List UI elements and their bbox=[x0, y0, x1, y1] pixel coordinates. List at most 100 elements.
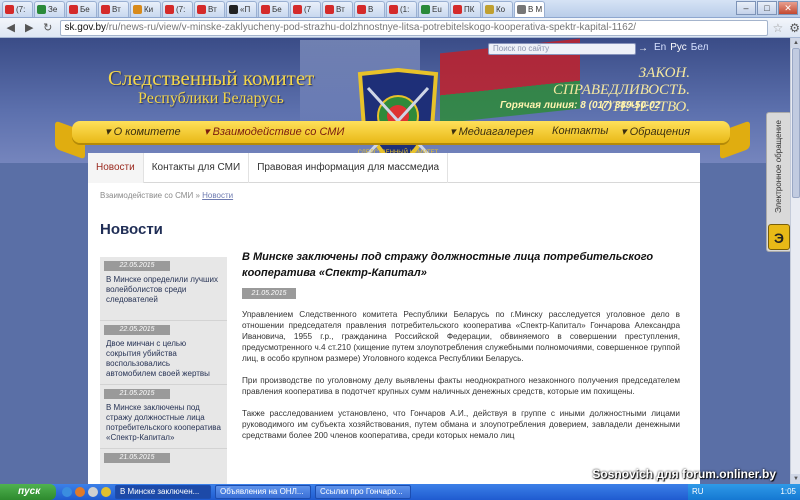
browser-tab-label: (1: bbox=[400, 5, 410, 14]
tab-favicon-icon bbox=[357, 5, 366, 14]
article-paragraph: Управлением Следственного комитета Респу… bbox=[242, 310, 680, 363]
address-bar[interactable]: sk.gov.by/ru/news-ru/view/v-minske-zakly… bbox=[59, 19, 769, 36]
browser-tab[interactable]: (1: bbox=[386, 1, 417, 17]
browser-tab-label: «П bbox=[240, 5, 251, 14]
browser-tab[interactable]: В М bbox=[514, 1, 545, 17]
search-go-icon[interactable]: → bbox=[638, 43, 648, 54]
wrench-icon[interactable]: ⚙ bbox=[789, 21, 800, 35]
tab-media-contacts[interactable]: Контакты для СМИ bbox=[144, 153, 250, 183]
tray-language[interactable]: RU bbox=[692, 484, 704, 500]
browser-tab[interactable]: (7: bbox=[2, 1, 33, 17]
article-body: Управлением Следственного комитета Респу… bbox=[242, 309, 680, 452]
minimize-button[interactable]: – bbox=[736, 1, 756, 15]
browser-tab[interactable]: Ко bbox=[482, 1, 513, 17]
news-link[interactable]: В Минске заключены под стражу должностны… bbox=[106, 403, 222, 443]
bookmark-star-icon[interactable]: ☆ bbox=[772, 21, 783, 35]
tab-favicon-icon bbox=[453, 5, 462, 14]
taskbar-item[interactable]: В Минске заключен... bbox=[115, 485, 211, 499]
news-item[interactable]: 21.05.2015 bbox=[100, 449, 227, 484]
site-header: Следственный комитет Республики Беларусь… bbox=[0, 38, 800, 172]
tab-favicon-icon bbox=[69, 5, 78, 14]
web-page: Следственный комитет Республики Беларусь… bbox=[0, 38, 800, 484]
nav-appeals[interactable]: ▾ Обращения bbox=[621, 125, 690, 138]
nav-media-relations[interactable]: ▾ Взаимодействие со СМИ bbox=[204, 125, 344, 138]
browser-tab-label: В bbox=[368, 5, 374, 14]
tab-legal-info[interactable]: Правовая информация для массмедиа bbox=[249, 153, 449, 183]
browser-tab[interactable]: (7 bbox=[290, 1, 321, 17]
nav-about-label: О комитете bbox=[113, 126, 181, 138]
language-switcher: En Рус Бел bbox=[654, 42, 712, 53]
browser-tab[interactable]: Бе bbox=[66, 1, 97, 17]
e-appeal-button[interactable]: Э bbox=[768, 224, 790, 250]
article-date: 21.05.2015 bbox=[242, 288, 296, 299]
browser-tab[interactable]: Вт bbox=[98, 1, 129, 17]
tab-favicon-icon bbox=[197, 5, 206, 14]
explorer-icon[interactable] bbox=[88, 487, 98, 497]
news-date: 21.05.2015 bbox=[104, 453, 170, 463]
taskbar-item[interactable]: Ссылки про Гончаро... bbox=[315, 485, 411, 499]
e-appeal-label[interactable]: Электронное обращение bbox=[766, 112, 792, 222]
browser-tab[interactable]: Вт bbox=[194, 1, 225, 17]
browser-tab-label: Вт bbox=[208, 5, 217, 14]
forward-icon[interactable]: ▶ bbox=[22, 21, 38, 35]
browser-tab-label: Ко bbox=[496, 5, 506, 14]
nav-contacts[interactable]: Контакты bbox=[552, 125, 608, 137]
news-item[interactable]: 22.05.2015 Двое минчан с целью сокрытия … bbox=[100, 321, 227, 385]
browser-tab[interactable]: Ки bbox=[130, 1, 161, 17]
news-date: 22.05.2015 bbox=[104, 261, 170, 271]
browser-tab[interactable]: В bbox=[354, 1, 385, 17]
nav-media-gallery[interactable]: ▾ Медиагалерея bbox=[450, 125, 534, 138]
article-paragraph: При производстве по уголовному делу выяв… bbox=[242, 376, 680, 396]
page-title: Новости bbox=[100, 221, 163, 238]
lang-by-link[interactable]: Бел bbox=[691, 42, 709, 53]
news-item[interactable]: 21.05.2015 В Минске заключены под стражу… bbox=[100, 385, 227, 449]
news-date: 22.05.2015 bbox=[104, 325, 170, 335]
hotline-text: Горячая линия: 8 (017) 389-50-02 bbox=[500, 100, 661, 111]
page-scrollbar[interactable]: ▲ ▼ bbox=[790, 38, 800, 484]
breadcrumb-parent[interactable]: Взаимодействие со СМИ bbox=[100, 191, 193, 200]
browser-tab[interactable]: Вт bbox=[322, 1, 353, 17]
motto-line1: ЗАКОН. bbox=[638, 65, 690, 81]
url-path: /ru/news-ru/view/v-minske-zaklyucheny-po… bbox=[106, 22, 637, 33]
browser-tab[interactable]: Бе bbox=[258, 1, 289, 17]
reload-icon[interactable]: ↻ bbox=[40, 21, 56, 35]
ie-icon[interactable] bbox=[62, 487, 72, 497]
tab-favicon-icon bbox=[101, 5, 110, 14]
url-host: sk.gov.by bbox=[64, 22, 107, 33]
chrome-icon[interactable] bbox=[101, 487, 111, 497]
firefox-icon[interactable] bbox=[75, 487, 85, 497]
back-icon[interactable]: ◀ bbox=[3, 21, 19, 35]
browser-tab[interactable]: Зе bbox=[34, 1, 65, 17]
browser-tab[interactable]: «П bbox=[226, 1, 257, 17]
article-paragraph: Также расследованием установлено, что Го… bbox=[242, 409, 680, 440]
scroll-up-icon[interactable]: ▲ bbox=[791, 38, 800, 48]
lang-en-link[interactable]: En bbox=[654, 42, 666, 53]
site-title-line1[interactable]: Следственный комитет bbox=[108, 66, 314, 91]
tab-favicon-icon bbox=[389, 5, 398, 14]
breadcrumb-current[interactable]: Новости bbox=[202, 191, 233, 200]
browser-toolbar: ◀ ▶ ↻ sk.gov.by/ru/news-ru/view/v-minske… bbox=[0, 18, 800, 38]
browser-tab[interactable]: Eu bbox=[418, 1, 449, 17]
news-link[interactable]: Двое минчан с целью сокрытия убийства во… bbox=[106, 339, 222, 379]
start-button[interactable]: пуск bbox=[0, 484, 56, 500]
taskbar-item[interactable]: Объявления на ОНЛ... bbox=[215, 485, 311, 499]
tab-news[interactable]: Новости bbox=[88, 153, 144, 183]
scroll-down-icon[interactable]: ▼ bbox=[791, 474, 800, 484]
nav-about[interactable]: ▾ О комитете bbox=[105, 125, 181, 138]
nav-gallery-label: Медиагалерея bbox=[458, 126, 534, 138]
browser-tab[interactable]: ПК bbox=[450, 1, 481, 17]
tab-favicon-icon bbox=[37, 5, 46, 14]
news-item[interactable]: 22.05.2015 В Минске определили лучших во… bbox=[100, 257, 227, 321]
tray-clock[interactable]: 1:05 bbox=[780, 487, 796, 496]
site-title-line2[interactable]: Республики Беларусь bbox=[138, 90, 284, 108]
browser-tab[interactable]: (7: bbox=[162, 1, 193, 17]
maximize-button[interactable]: □ bbox=[757, 1, 777, 15]
browser-tab-label: Ки bbox=[144, 5, 154, 14]
browser-tab-label: (7: bbox=[16, 5, 26, 14]
lang-ru-link[interactable]: Рус bbox=[670, 42, 687, 53]
scroll-thumb[interactable] bbox=[792, 48, 800, 198]
close-button[interactable]: ✕ bbox=[778, 1, 798, 15]
browser-tab-label: Вт bbox=[112, 5, 121, 14]
search-input[interactable]: Поиск по сайту bbox=[488, 43, 636, 55]
news-link[interactable]: В Минске определили лучших волейболистов… bbox=[106, 275, 222, 305]
